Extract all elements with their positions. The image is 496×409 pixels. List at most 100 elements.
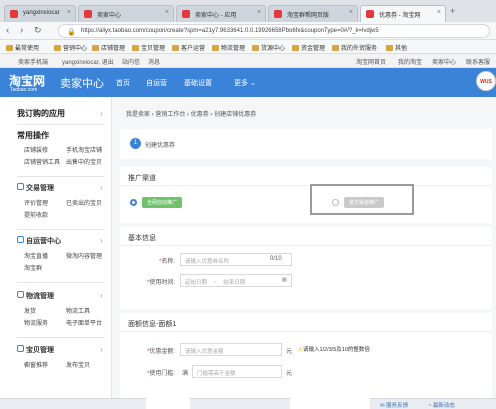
breadcrumb-item[interactable]: 优惠券 <box>191 112 209 118</box>
breadcrumb: 我是卖家 › 营销工作台 › 优惠券 › 创建店铺优惠券 <box>126 109 256 118</box>
chevron-right-icon[interactable]: › <box>100 291 103 300</box>
url-input[interactable]: 🔒 https://aliyx.taobao.com/coupon/create… <box>58 24 490 38</box>
sidebar-item[interactable]: 微淘内容管理 <box>66 251 102 260</box>
new-tab-icon[interactable]: + <box>450 6 455 16</box>
chevron-right-icon[interactable]: › <box>100 109 103 118</box>
sidebar-section-trade[interactable]: 交易管理 <box>26 183 54 193</box>
footer-segment: ✉ 服务反馈 ◔ 最新动态 <box>370 398 496 409</box>
bookmark-item[interactable]: 物流管理 <box>212 43 245 52</box>
sidebar-item[interactable]: 手机淘宝店铺 <box>66 145 102 154</box>
nav-more[interactable]: 更多 ⌄ <box>234 78 256 88</box>
nav-more-label: 更多 <box>234 80 248 87</box>
bookmark-item[interactable]: 店铺管理 <box>92 43 125 52</box>
promo-channel-panel: 推广渠道 全网自动推广 官方渠道推广 <box>120 167 492 223</box>
seller-center-link[interactable]: 卖家中心 <box>432 57 456 66</box>
divider <box>17 282 105 283</box>
chevron-right-icon[interactable]: › <box>100 236 103 245</box>
my-taobao-link[interactable]: 我的淘宝 <box>398 57 422 66</box>
sidebar-my-apps[interactable]: 我订购的应用 <box>17 108 65 119</box>
name-label-text: 名称 <box>161 259 174 265</box>
sidebar-section-items[interactable]: 宝贝管理 <box>26 345 54 355</box>
bookmark-item[interactable]: 客户运营 <box>172 43 205 52</box>
tab-favicon-icon <box>10 10 18 18</box>
close-icon[interactable]: × <box>257 9 261 16</box>
contact-service-link[interactable]: 联系客服 <box>466 57 490 66</box>
bookmark-item[interactable]: 宝贝管理 <box>132 43 165 52</box>
lock-icon: 🔒 <box>67 29 76 36</box>
seller-center-title: 卖家中心 <box>60 78 104 90</box>
unit-yuan: 元 <box>286 371 293 377</box>
close-icon[interactable]: × <box>165 9 169 16</box>
unit-yuan: 元 <box>286 349 293 355</box>
sidebar-item[interactable]: 发布宝贝 <box>66 360 90 369</box>
forward-icon[interactable]: › <box>20 25 23 36</box>
sidebar-item[interactable]: 物流服务 <box>24 318 48 327</box>
nav-home[interactable]: 首页 <box>116 78 130 88</box>
feedback-button[interactable]: ✉ 服务反馈 <box>380 401 408 409</box>
end-date-placeholder: 结束日期 <box>223 280 246 286</box>
bookmark-item[interactable]: 其他 <box>386 43 407 52</box>
browser-tab[interactable]: 卖家中心 - 应用 × <box>176 5 266 22</box>
sidebar-item[interactable]: 橱窗推荐 <box>24 360 48 369</box>
sidebar-section-logistics[interactable]: 物流管理 <box>26 291 54 301</box>
promo-option-all[interactable]: 全网自动推广 <box>142 197 183 208</box>
promo-option-targeted[interactable]: 官方渠道推广 <box>344 197 385 208</box>
chevron-right-icon[interactable]: › <box>100 345 103 354</box>
bookmark-label: 货源中心 <box>261 46 286 52</box>
news-button[interactable]: ◔ 最新动态 <box>428 401 455 409</box>
bookmark-item[interactable]: 我的外贸服务 <box>332 43 377 52</box>
radio-all-promo[interactable] <box>130 199 137 206</box>
breadcrumb-item[interactable]: 我是卖家 <box>126 112 150 118</box>
sidebar-item[interactable]: 淘宝群 <box>24 263 42 272</box>
close-icon[interactable]: × <box>437 9 441 16</box>
sidebar-item[interactable]: 物流工具 <box>66 306 90 315</box>
browser-tab-active[interactable]: 优惠券 - 淘宝网 × <box>360 5 446 22</box>
sidebar-item[interactable]: 店铺装修 <box>24 145 48 154</box>
footer-strip: ✉ 服务反馈 ◔ 最新动态 <box>0 398 496 409</box>
site-message-link[interactable]: 站内信 <box>122 57 140 66</box>
sidebar-item[interactable]: 发货 <box>24 306 36 315</box>
sidebar-item[interactable]: 店铺营销工具 <box>24 157 60 166</box>
bookmark-item[interactable]: 最常使用 <box>6 43 39 52</box>
sidebar-item[interactable]: 出售中的宝贝 <box>66 157 102 166</box>
truck-icon <box>17 291 24 298</box>
nav-basic-settings[interactable]: 基础设置 <box>184 78 212 88</box>
back-icon[interactable]: ‹ <box>6 25 9 36</box>
breadcrumb-item[interactable]: 营销工作台 <box>155 112 185 118</box>
user-logout-link[interactable]: yangxinxiocar, 退出 <box>62 57 114 66</box>
sidebar-item[interactable]: 已卖出的宝贝 <box>66 198 102 207</box>
taobao-home-link[interactable]: 淘宝网首页 <box>356 57 386 66</box>
coupon-amount-input[interactable]: 请输入优惠金额 <box>180 343 282 356</box>
bookmark-label: 其他 <box>395 46 408 52</box>
char-counter: 0/10 <box>270 256 282 262</box>
date-range-picker[interactable]: 起始日期 ~ 结束日期 ▦ <box>180 274 292 287</box>
footer-segment <box>190 398 290 409</box>
bookmark-item[interactable]: 货源中心 <box>252 43 285 52</box>
threshold-input[interactable]: 门槛需高于金额 <box>192 365 282 378</box>
folder-icon <box>92 45 99 51</box>
reload-icon[interactable]: ↻ <box>34 25 42 36</box>
sidebar-item[interactable]: 评价管理 <box>24 198 48 207</box>
bookmark-item[interactable]: 营销中心 <box>54 43 87 52</box>
sidebar-item[interactable]: 电子面单平台 <box>66 318 102 327</box>
close-icon[interactable]: × <box>67 9 71 16</box>
avatar[interactable]: WUS <box>476 71 496 91</box>
folder-icon <box>172 45 179 51</box>
messages-link[interactable]: 消息 <box>148 57 160 66</box>
browser-tab[interactable]: yangxinxiocar × <box>4 5 76 22</box>
close-icon[interactable]: × <box>349 9 353 16</box>
browser-tab[interactable]: 卖家中心 × <box>78 5 174 22</box>
chevron-right-icon[interactable]: › <box>100 183 103 192</box>
tab-favicon-icon <box>274 10 282 18</box>
divider <box>120 245 492 246</box>
sidebar-item[interactable]: 提前收款 <box>24 210 48 219</box>
mobile-seller-link[interactable]: 卖家手机端 <box>18 57 48 66</box>
nav-self-operation[interactable]: 自运营 <box>146 78 167 88</box>
tab-favicon-icon <box>366 10 374 18</box>
browser-tab[interactable]: 淘宝群帮网页版 × <box>268 5 358 22</box>
bookmark-item[interactable]: 资金管理 <box>292 43 325 52</box>
sidebar-section-self-operation[interactable]: 自运营中心 <box>26 236 61 246</box>
sidebar-item[interactable]: 淘宝直播 <box>24 251 48 260</box>
range-separator: ~ <box>213 280 217 286</box>
radio-targeted-promo[interactable] <box>332 199 339 206</box>
